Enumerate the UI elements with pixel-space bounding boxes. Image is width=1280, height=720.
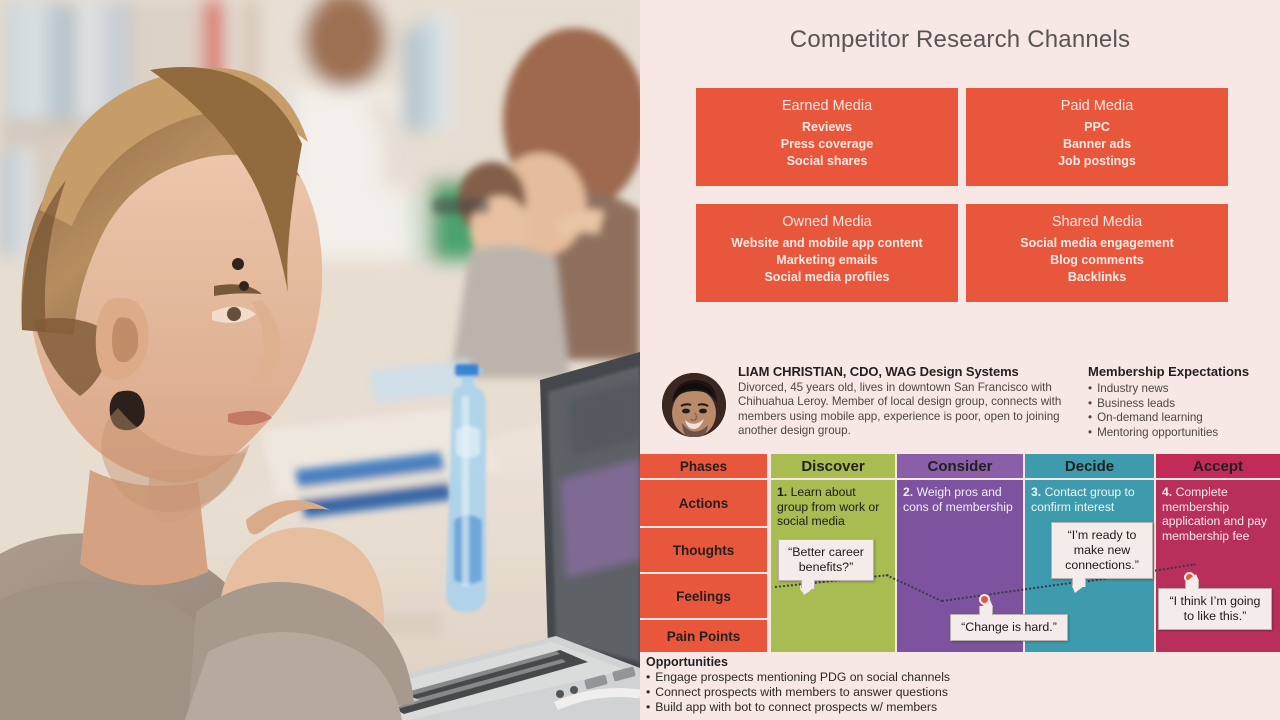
persona-description: Divorced, 45 years old, lives in downtow… bbox=[738, 381, 1062, 437]
journey-action-number: 2. bbox=[903, 485, 914, 499]
journey-action-number: 4. bbox=[1162, 485, 1173, 499]
media-box-item: Job postings bbox=[1058, 154, 1136, 168]
list-item: Engage prospects mentioning PDG on socia… bbox=[646, 670, 1280, 685]
avatar bbox=[662, 373, 726, 437]
journey-action-number: 3. bbox=[1031, 485, 1042, 499]
quote-text: “Better career benefits?” bbox=[788, 545, 864, 574]
media-box-title: Paid Media bbox=[1060, 98, 1134, 114]
media-box-paid: Paid Media PPC Banner ads Job postings bbox=[966, 88, 1228, 186]
bubble-tail bbox=[1072, 578, 1086, 587]
journey-row-label-pain-points: Pain Points bbox=[640, 620, 767, 652]
media-box-item: PPC bbox=[1084, 120, 1110, 134]
media-box-item: Website and mobile app content bbox=[731, 236, 923, 250]
persona-section: LIAM CHRISTIAN, CDO, WAG Design Systems … bbox=[640, 358, 1280, 454]
persona-text: LIAM CHRISTIAN, CDO, WAG Design Systems … bbox=[738, 364, 1078, 438]
journey-header-phases: Phases bbox=[640, 454, 767, 478]
quote-bubble-accept: “I think I’m going to like this.” bbox=[1158, 580, 1272, 630]
journey-row-label-feelings: Feelings bbox=[640, 574, 767, 618]
journey-action-consider: 2. Weigh pros and cons of membership bbox=[897, 480, 1023, 514]
competitor-research-media-grid: Earned Media Reviews Press coverage Soci… bbox=[696, 88, 1228, 302]
journey-header-accept: Accept bbox=[1156, 454, 1280, 478]
media-box-item: Marketing emails bbox=[776, 253, 878, 267]
quote-bubble-discover: “Better career benefits?” bbox=[778, 539, 874, 589]
journey-header-discover: Discover bbox=[771, 454, 895, 478]
persona-name: LIAM CHRISTIAN, CDO, WAG Design Systems bbox=[738, 364, 1019, 379]
journey-action-number: 1. bbox=[777, 485, 788, 499]
membership-expectations: Membership Expectations Industry news Bu… bbox=[1088, 364, 1249, 440]
library-study-photo bbox=[0, 0, 640, 720]
journey-action-decide: 3. Contact group to confirm interest bbox=[1025, 480, 1154, 514]
quote-text: “Change is hard.” bbox=[961, 620, 1057, 634]
presentation-slide: Competitor Research Channels Earned Medi… bbox=[640, 0, 1280, 720]
media-box-item: Banner ads bbox=[1062, 137, 1132, 151]
media-box-item: Social shares bbox=[786, 154, 868, 168]
media-row-bottom: Owned Media Website and mobile app conte… bbox=[696, 204, 1228, 302]
customer-journey-map: Phases Actions Thoughts Feelings Pain Po… bbox=[640, 454, 1280, 654]
journey-action-discover: 1. Learn about group from work or social… bbox=[771, 480, 895, 529]
opportunities-list: Engage prospects mentioning PDG on socia… bbox=[646, 670, 1280, 714]
journey-action-text: Complete membership application and pay … bbox=[1162, 485, 1268, 543]
media-box-item: Reviews bbox=[801, 120, 853, 134]
media-box-item: Press coverage bbox=[780, 137, 874, 151]
media-box-earned: Earned Media Reviews Press coverage Soci… bbox=[696, 88, 958, 186]
journey-header-decide: Decide bbox=[1025, 454, 1154, 478]
media-box-item: Social media engagement bbox=[1020, 236, 1174, 250]
bubble-tail bbox=[801, 580, 815, 589]
media-box-title: Earned Media bbox=[781, 98, 873, 114]
list-item: Business leads bbox=[1088, 397, 1249, 412]
quote-bubble-decide: “I’m ready to make new connections.” bbox=[1051, 522, 1153, 587]
media-box-item: Social media profiles bbox=[764, 270, 890, 284]
opportunities-heading: Opportunities bbox=[646, 655, 728, 669]
journey-row-label-actions: Actions bbox=[640, 480, 767, 526]
slide-stage: Competitor Research Channels Earned Medi… bbox=[0, 0, 1280, 720]
journey-action-text: Learn about group from work or social me… bbox=[777, 485, 880, 529]
opportunities-section: Opportunities Engage prospects mentionin… bbox=[640, 650, 1280, 714]
bubble-tail bbox=[1185, 580, 1199, 589]
journey-action-text: Contact group to confirm interest bbox=[1031, 485, 1135, 514]
bubble-tail bbox=[979, 606, 993, 615]
media-box-item: Backlinks bbox=[1067, 270, 1127, 284]
media-box-item: Blog comments bbox=[1050, 253, 1144, 267]
list-item: Mentoring opportunities bbox=[1088, 426, 1249, 441]
quote-text: “I think I’m going to like this.” bbox=[1169, 594, 1261, 623]
media-box-shared: Shared Media Social media engagement Blo… bbox=[966, 204, 1228, 302]
slide-title: Competitor Research Channels bbox=[789, 26, 1131, 53]
journey-action-accept: 4. Complete membership application and p… bbox=[1156, 480, 1280, 543]
media-box-title: Shared Media bbox=[1051, 214, 1143, 230]
journey-header-consider: Consider bbox=[897, 454, 1023, 478]
quote-text: “I’m ready to make new connections.” bbox=[1065, 528, 1139, 572]
quote-bubble-consider: “Change is hard.” bbox=[950, 606, 1068, 641]
journey-row-label-thoughts: Thoughts bbox=[640, 528, 767, 572]
membership-expectations-list: Industry news Business leads On-demand l… bbox=[1088, 382, 1249, 440]
list-item: Industry news bbox=[1088, 382, 1249, 397]
list-item: On-demand learning bbox=[1088, 411, 1249, 426]
media-box-owned: Owned Media Website and mobile app conte… bbox=[696, 204, 958, 302]
list-item: Build app with bot to connect prospects … bbox=[646, 700, 1280, 715]
media-box-title: Owned Media bbox=[782, 214, 872, 230]
journey-action-text: Weigh pros and cons of membership bbox=[903, 485, 1013, 514]
media-row-top: Earned Media Reviews Press coverage Soci… bbox=[696, 88, 1228, 186]
list-item: Connect prospects with members to answer… bbox=[646, 685, 1280, 700]
membership-expectations-heading: Membership Expectations bbox=[1088, 364, 1250, 379]
